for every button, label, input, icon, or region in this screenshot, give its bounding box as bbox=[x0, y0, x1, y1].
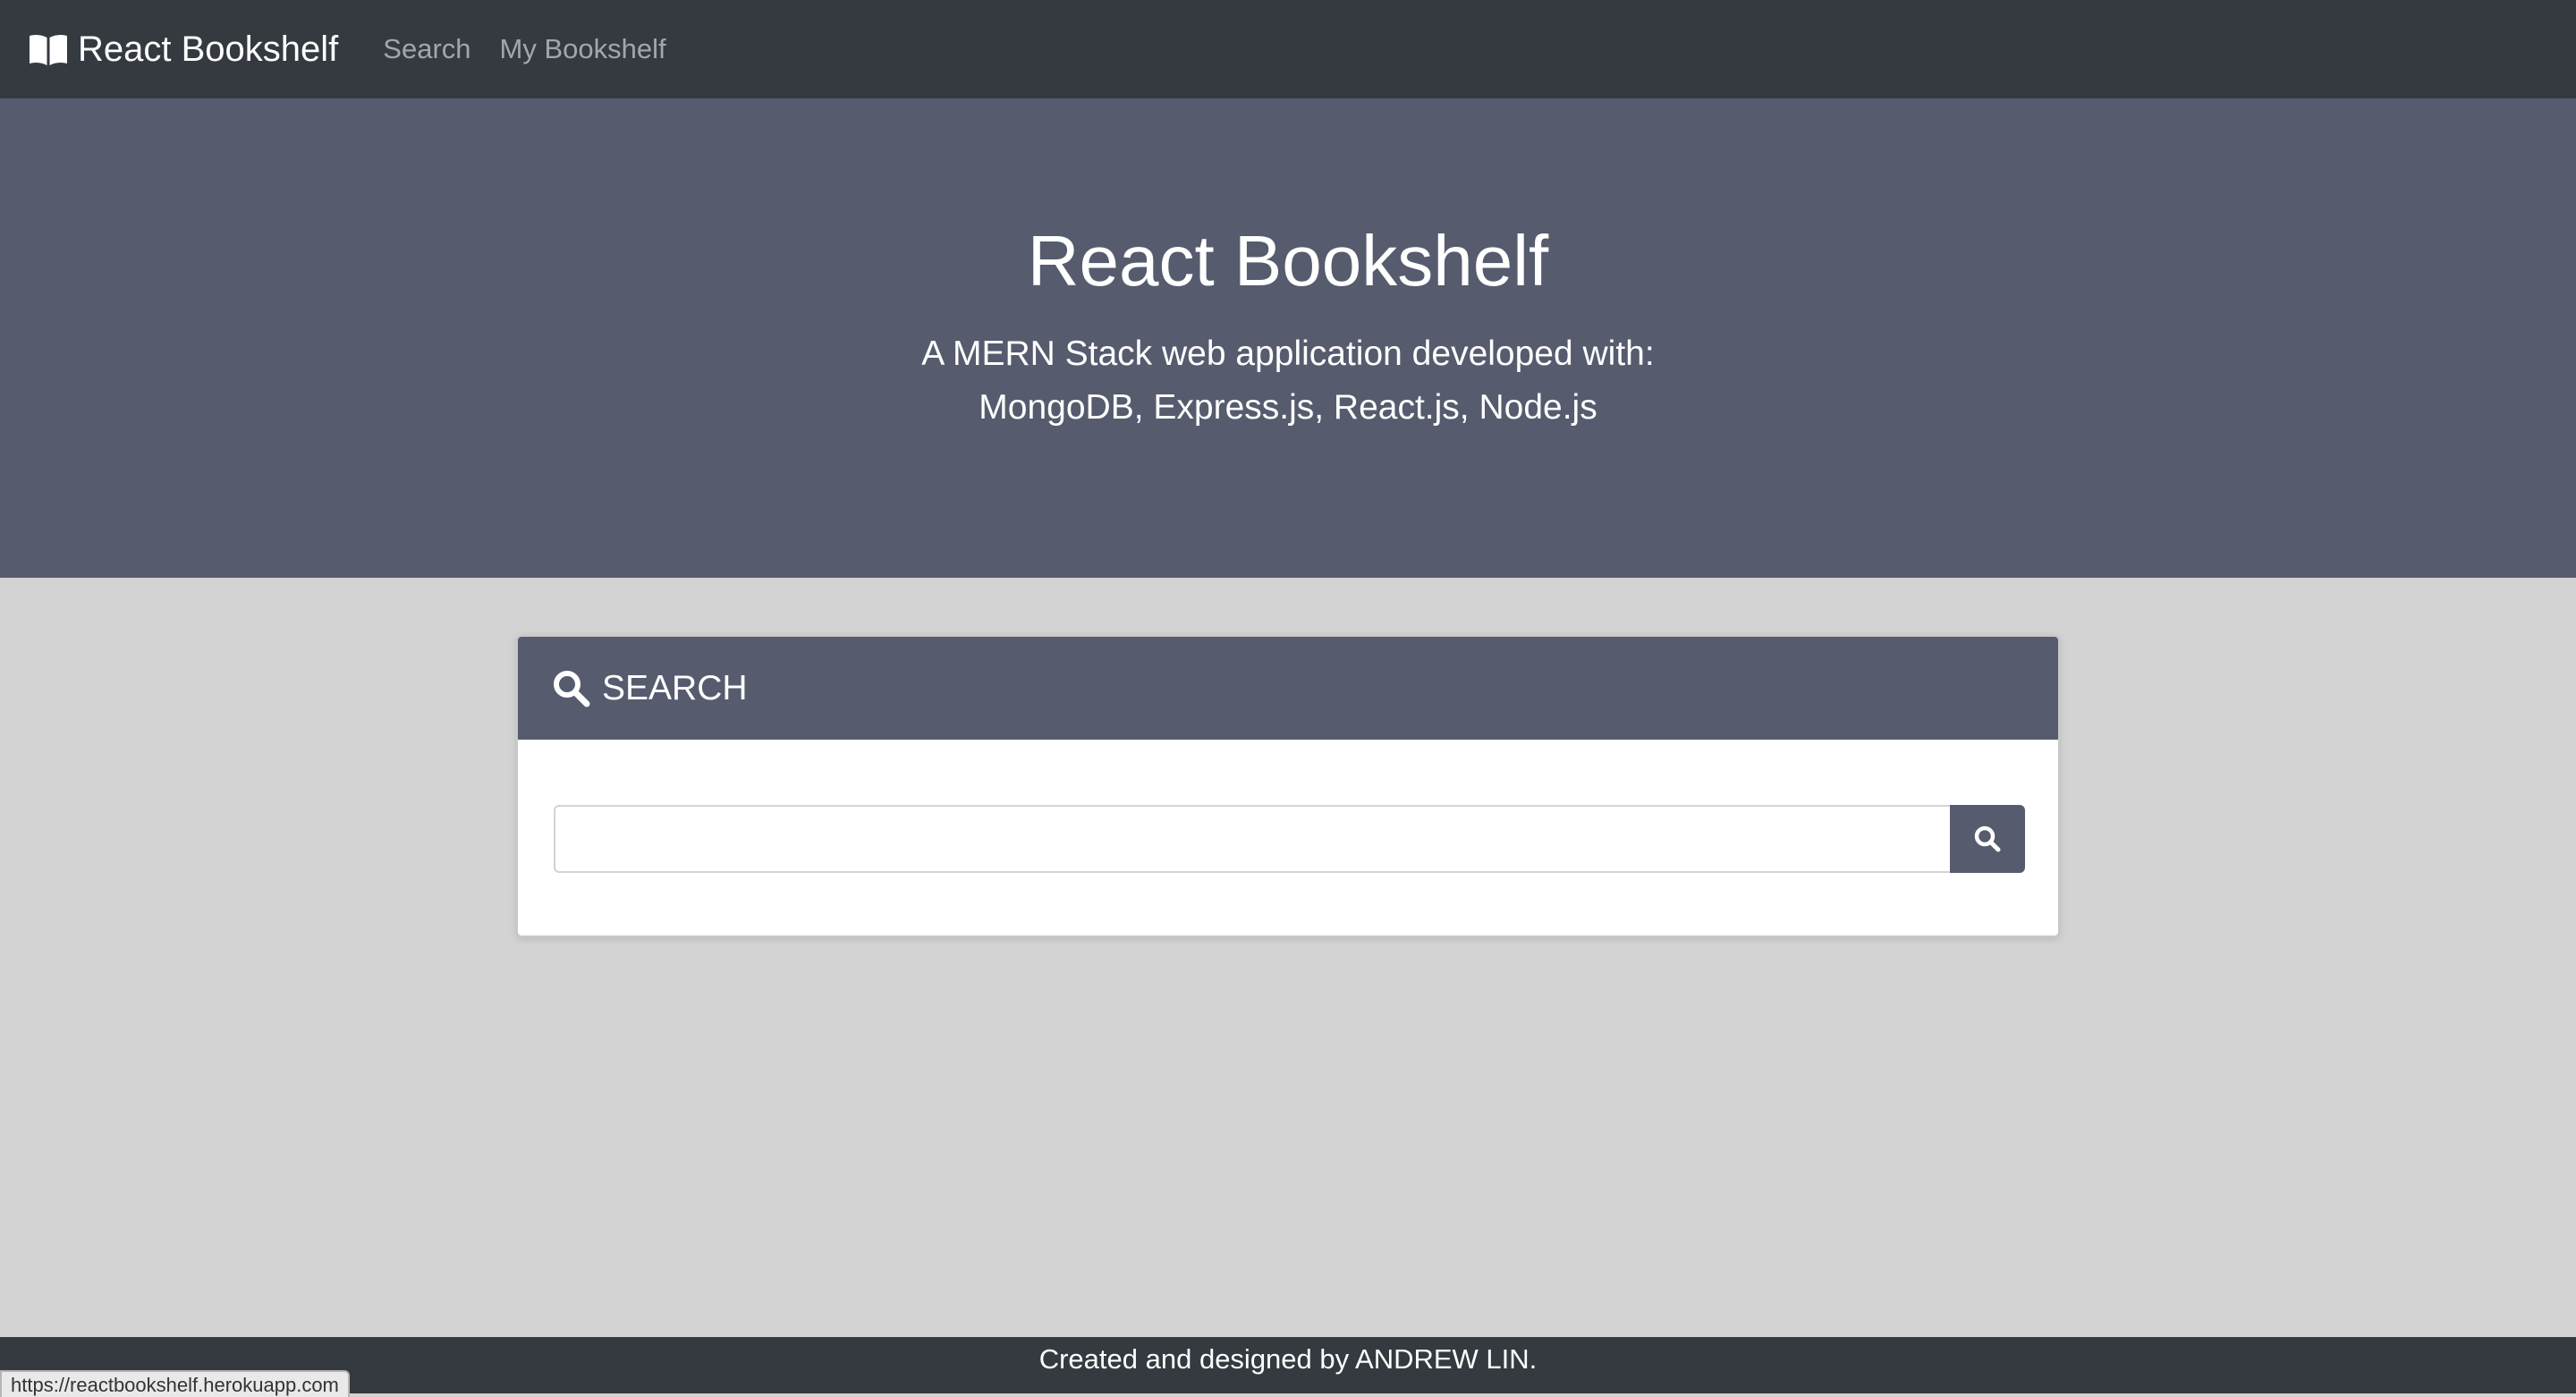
hero-title: React Bookshelf bbox=[1027, 221, 1549, 301]
page-footer: Created and designed by ANDREW LIN. bbox=[0, 1337, 2576, 1393]
search-icon bbox=[1973, 825, 2002, 853]
brand-text: React Bookshelf bbox=[78, 29, 339, 69]
search-button[interactable] bbox=[1950, 805, 2025, 873]
footer-credit: Created and designed by ANDREW LIN. bbox=[1038, 1343, 1538, 1375]
book-open-icon bbox=[28, 32, 69, 66]
search-card-title: SEARCH bbox=[602, 668, 748, 707]
hero-subtitle: A MERN Stack web application developed w… bbox=[0, 327, 2576, 435]
search-icon bbox=[552, 669, 591, 708]
search-card: SEARCH bbox=[516, 635, 2060, 937]
nav-link-search[interactable]: Search bbox=[383, 33, 470, 65]
search-card-header: SEARCH bbox=[518, 637, 2058, 740]
hero-subtitle-line-1: A MERN Stack web application developed w… bbox=[921, 334, 1655, 373]
search-input[interactable] bbox=[554, 805, 1950, 873]
hero-subtitle-line-2: MongoDB, Express.js, React.js, Node.js bbox=[979, 388, 1597, 427]
nav-link-my-bookshelf[interactable]: My Bookshelf bbox=[500, 33, 666, 65]
brand-link[interactable]: React Bookshelf bbox=[28, 30, 338, 70]
top-navbar: React Bookshelf Search My Bookshelf bbox=[0, 0, 2576, 98]
search-form bbox=[554, 805, 2025, 873]
hero-jumbotron: React Bookshelf A MERN Stack web applica… bbox=[0, 98, 2576, 578]
